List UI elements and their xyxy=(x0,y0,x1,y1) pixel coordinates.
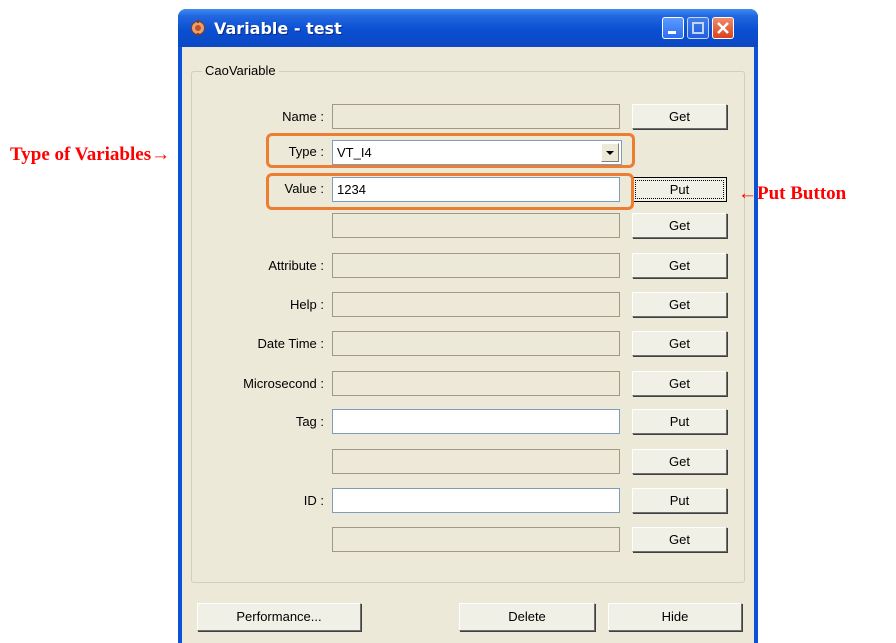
tag-readout-field xyxy=(332,449,620,474)
attribute-label: Attribute : xyxy=(268,258,324,273)
help-label: Help : xyxy=(290,297,324,312)
maximize-button[interactable] xyxy=(687,17,709,39)
tag-label: Tag : xyxy=(295,414,324,429)
id-get-button[interactable]: Get xyxy=(632,527,727,552)
microsecond-get-button[interactable]: Get xyxy=(632,371,727,396)
datetime-field xyxy=(332,331,620,356)
id-put-button[interactable]: Put xyxy=(632,488,727,513)
minimize-button[interactable] xyxy=(662,17,684,39)
attribute-field xyxy=(332,253,620,278)
name-field xyxy=(332,104,620,129)
window-title: Variable - test xyxy=(214,19,342,38)
close-button[interactable] xyxy=(712,17,734,39)
datetime-label: Date Time : xyxy=(257,336,324,351)
put-button-annotation: ←Put Button xyxy=(738,183,847,204)
id-readout-field xyxy=(332,527,620,552)
tag-get-button[interactable]: Get xyxy=(632,449,727,474)
tag-put-button[interactable]: Put xyxy=(632,409,727,434)
app-gear-icon xyxy=(191,20,205,36)
tag-input[interactable] xyxy=(332,409,620,434)
value-get-button[interactable]: Get xyxy=(632,213,727,238)
name-get-button[interactable]: Get xyxy=(632,104,727,129)
attribute-get-button[interactable]: Get xyxy=(632,253,727,278)
maximize-icon xyxy=(692,22,704,34)
value-highlight-box xyxy=(266,173,634,210)
microsecond-label: Microsecond : xyxy=(243,376,324,391)
datetime-get-button[interactable]: Get xyxy=(632,331,727,356)
value-readout-field xyxy=(332,213,620,238)
close-icon xyxy=(717,22,729,34)
delete-button[interactable]: Delete xyxy=(459,603,595,631)
group-legend: CaoVariable xyxy=(202,63,279,78)
type-highlight-box xyxy=(266,133,635,168)
id-label: ID : xyxy=(303,493,324,508)
focus-rect xyxy=(635,180,724,199)
type-of-variables-annotation: Type of Variables→ xyxy=(10,144,171,165)
variable-window: Variable - test CaoVariable Name : Get T… xyxy=(178,9,758,643)
title-bar[interactable]: Variable - test xyxy=(178,9,758,47)
minimize-icon xyxy=(668,31,676,34)
value-put-button[interactable]: Put xyxy=(632,177,727,202)
help-get-button[interactable]: Get xyxy=(632,292,727,317)
hide-button[interactable]: Hide xyxy=(608,603,742,631)
microsecond-field xyxy=(332,371,620,396)
performance-button[interactable]: Performance... xyxy=(197,603,361,631)
id-input[interactable] xyxy=(332,488,620,513)
name-label: Name : xyxy=(282,109,324,124)
help-field xyxy=(332,292,620,317)
